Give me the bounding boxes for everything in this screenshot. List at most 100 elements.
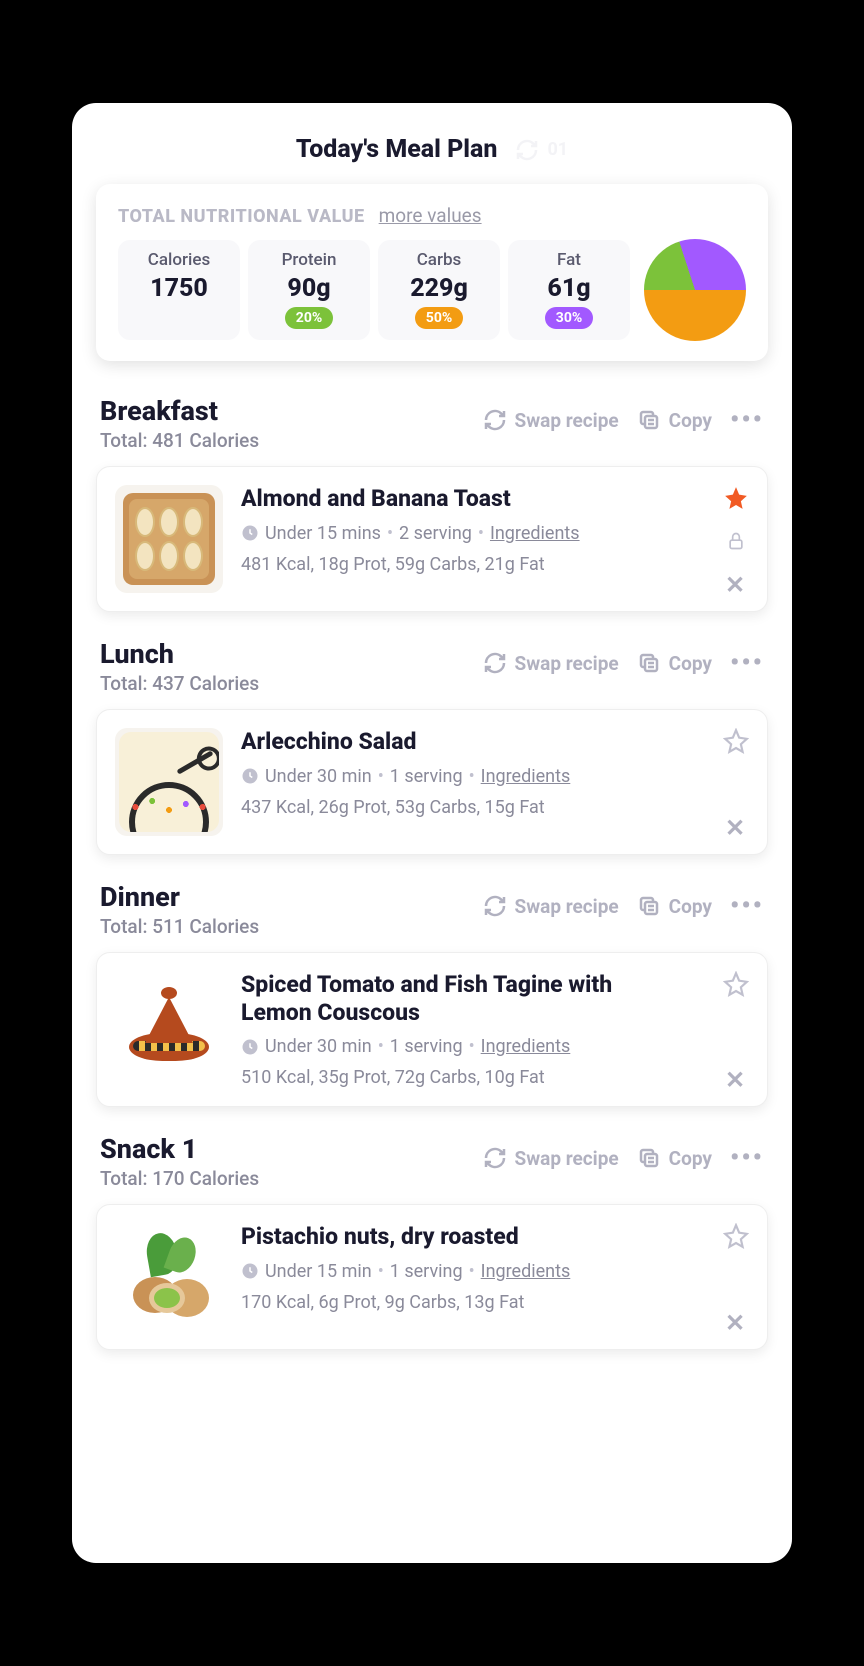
recipe-card[interactable]: Spiced Tomato and Fish Tagine with Lemon… <box>96 952 768 1107</box>
swap-label: Swap recipe <box>515 895 619 918</box>
nutri-carbs: Carbs 229g 50% <box>378 240 500 340</box>
header-badge: 01 <box>515 138 568 162</box>
copy-label: Copy <box>669 409 712 432</box>
ingredients-link[interactable]: Ingredients <box>490 523 580 544</box>
recipe-title: Spiced Tomato and Fish Tagine with Lemon… <box>241 971 705 1026</box>
copy-button[interactable]: Copy <box>637 894 712 918</box>
recipe-time: Under 30 min <box>265 766 372 787</box>
ingredients-link[interactable]: Ingredients <box>481 1036 571 1057</box>
nutrition-card: TOTAL NUTRITIONAL VALUE more values Calo… <box>96 184 768 361</box>
recipe-image <box>115 971 223 1079</box>
meal-total: Total: 170 Calories <box>100 1167 259 1190</box>
star-icon[interactable] <box>723 485 749 511</box>
meal-title: Breakfast <box>100 395 259 427</box>
header-badge-text: 01 <box>547 139 568 160</box>
meal-total: Total: 511 Calories <box>100 915 259 938</box>
meal-dinner: Dinner Total: 511 Calories Swap recipe C… <box>96 881 768 1107</box>
remove-button[interactable]: ✕ <box>725 1066 747 1088</box>
swap-icon <box>483 1146 507 1170</box>
recipe-title: Almond and Banana Toast <box>241 485 705 513</box>
nutri-pct: 20% <box>285 307 333 329</box>
recipe-image <box>115 1223 223 1331</box>
nutri-label: Carbs <box>417 250 462 270</box>
ingredients-link[interactable]: Ingredients <box>481 1261 571 1282</box>
nutri-value: 229g <box>410 274 468 303</box>
recipe-servings: 1 serving <box>390 766 463 787</box>
copy-label: Copy <box>669 1147 712 1170</box>
ingredients-link[interactable]: Ingredients <box>481 766 571 787</box>
swap-recipe-button[interactable]: Swap recipe <box>483 651 619 675</box>
more-menu-button[interactable]: ••• <box>730 893 764 919</box>
swap-icon <box>483 408 507 432</box>
nutri-label: Protein <box>282 250 337 270</box>
more-values-link[interactable]: more values <box>379 204 482 227</box>
remove-button[interactable]: ✕ <box>725 571 747 593</box>
recipe-card[interactable]: Arlecchino Salad Under 30 min • 1 servin… <box>96 709 768 855</box>
meal-breakfast: Breakfast Total: 481 Calories Swap recip… <box>96 395 768 612</box>
swap-recipe-button[interactable]: Swap recipe <box>483 408 619 432</box>
nutri-calories: Calories 1750 <box>118 240 240 340</box>
swap-recipe-button[interactable]: Swap recipe <box>483 894 619 918</box>
refresh-icon <box>515 138 539 162</box>
recipe-time: Under 30 min <box>265 1036 372 1057</box>
nutri-value: 61g <box>547 274 590 303</box>
nutri-value: 90g <box>287 274 330 303</box>
more-menu-button[interactable]: ••• <box>730 1145 764 1171</box>
swap-icon <box>483 894 507 918</box>
more-menu-button[interactable]: ••• <box>730 650 764 676</box>
clock-icon <box>241 767 259 785</box>
meal-title: Dinner <box>100 881 259 913</box>
recipe-nutrition: 437 Kcal, 26g Prot, 53g Carbs, 15g Fat <box>241 797 705 818</box>
remove-button[interactable]: ✕ <box>725 1309 747 1331</box>
nutri-pct: 50% <box>415 307 463 329</box>
copy-button[interactable]: Copy <box>637 1146 712 1170</box>
copy-icon <box>637 408 661 432</box>
swap-label: Swap recipe <box>515 1147 619 1170</box>
nutri-value: 1750 <box>150 274 208 303</box>
copy-icon <box>637 651 661 675</box>
recipe-nutrition: 510 Kcal, 35g Prot, 72g Carbs, 10g Fat <box>241 1067 705 1088</box>
recipe-time: Under 15 min <box>265 1261 372 1282</box>
meal-total: Total: 481 Calories <box>100 429 259 452</box>
clock-icon <box>241 1038 259 1056</box>
nutri-label: Fat <box>557 250 581 270</box>
copy-label: Copy <box>669 895 712 918</box>
recipe-nutrition: 170 Kcal, 6g Prot, 9g Carbs, 13g Fat <box>241 1292 705 1313</box>
meal-snack-1: Snack 1 Total: 170 Calories Swap recipe … <box>96 1133 768 1350</box>
copy-label: Copy <box>669 652 712 675</box>
nutri-label: Calories <box>148 250 210 270</box>
nutri-pct: 30% <box>545 307 593 329</box>
clock-icon <box>241 1262 259 1280</box>
swap-icon <box>483 651 507 675</box>
recipe-card[interactable]: Pistachio nuts, dry roasted Under 15 min… <box>96 1204 768 1350</box>
recipe-servings: 1 serving <box>390 1036 463 1057</box>
app-frame: Today's Meal Plan 01 TOTAL NUTRITIONAL V… <box>72 103 792 1563</box>
swap-recipe-button[interactable]: Swap recipe <box>483 1146 619 1170</box>
more-menu-button[interactable]: ••• <box>730 407 764 433</box>
copy-button[interactable]: Copy <box>637 408 712 432</box>
copy-button[interactable]: Copy <box>637 651 712 675</box>
recipe-title: Arlecchino Salad <box>241 728 705 756</box>
page-header: Today's Meal Plan 01 <box>96 135 768 164</box>
swap-label: Swap recipe <box>515 652 619 675</box>
nutrition-title: TOTAL NUTRITIONAL VALUE <box>118 206 365 227</box>
meal-total: Total: 437 Calories <box>100 672 259 695</box>
recipe-nutrition: 481 Kcal, 18g Prot, 59g Carbs, 21g Fat <box>241 554 705 575</box>
star-icon[interactable] <box>723 1223 749 1249</box>
recipe-image <box>115 485 223 593</box>
star-icon[interactable] <box>723 728 749 754</box>
meal-title: Snack 1 <box>100 1133 259 1165</box>
recipe-servings: 1 serving <box>390 1261 463 1282</box>
copy-icon <box>637 1146 661 1170</box>
remove-button[interactable]: ✕ <box>725 814 747 836</box>
recipe-title: Pistachio nuts, dry roasted <box>241 1223 705 1251</box>
page-title: Today's Meal Plan <box>296 135 498 164</box>
nutri-protein: Protein 90g 20% <box>248 240 370 340</box>
copy-icon <box>637 894 661 918</box>
recipe-card[interactable]: Almond and Banana Toast Under 15 mins • … <box>96 466 768 612</box>
meal-title: Lunch <box>100 638 259 670</box>
recipe-time: Under 15 mins <box>265 523 381 544</box>
star-icon[interactable] <box>723 971 749 997</box>
lock-icon[interactable] <box>726 529 746 553</box>
recipe-servings: 2 serving <box>399 523 472 544</box>
